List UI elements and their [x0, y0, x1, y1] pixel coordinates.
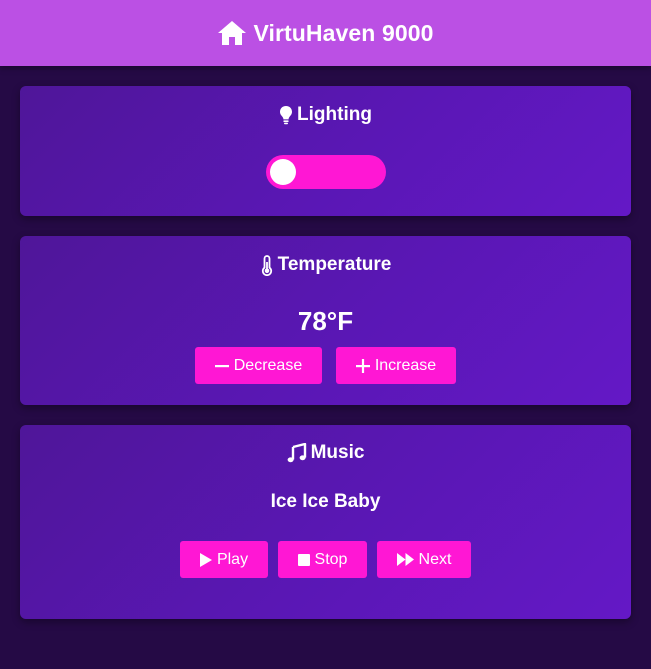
now-playing-song: Ice Ice Baby — [270, 491, 381, 512]
temperature-title: Temperature — [20, 254, 631, 276]
music-note-icon — [287, 443, 307, 463]
plus-icon — [355, 358, 370, 373]
lightbulb-icon — [279, 105, 293, 125]
stop-label: Stop — [314, 550, 348, 568]
decrease-label: Decrease — [233, 356, 303, 374]
lighting-title: Lighting — [20, 104, 631, 126]
fast-forward-icon — [396, 553, 414, 566]
play-label: Play — [216, 550, 249, 568]
decrease-button[interactable]: Decrease — [195, 347, 322, 384]
lighting-card: Lighting — [20, 86, 631, 216]
app-title: VirtuHaven 9000 — [253, 19, 434, 46]
header-brand: VirtuHaven 9000 — [217, 20, 433, 47]
music-title: Music — [20, 442, 631, 464]
temperature-label: Temperature — [277, 254, 392, 275]
increase-button[interactable]: Increase — [336, 347, 456, 384]
next-button[interactable]: Next — [377, 541, 471, 578]
temperature-value: 78°F — [297, 306, 354, 336]
increase-label: Increase — [374, 356, 437, 374]
temperature-card: Temperature 78°F Decrease Increase — [20, 236, 631, 405]
stop-icon — [297, 553, 310, 566]
music-card: Music Ice Ice Baby Play Stop Next — [20, 425, 631, 619]
music-label: Music — [310, 442, 365, 463]
app-header: VirtuHaven 9000 — [0, 0, 651, 66]
minus-icon — [214, 359, 229, 373]
next-label: Next — [418, 550, 452, 568]
play-button[interactable]: Play — [180, 541, 268, 578]
home-icon — [217, 20, 247, 46]
stop-button[interactable]: Stop — [278, 541, 367, 578]
play-icon — [199, 552, 212, 567]
toggle-knob — [270, 159, 296, 185]
lighting-toggle[interactable] — [266, 155, 386, 189]
lighting-label: Lighting — [297, 104, 372, 125]
thermometer-icon — [260, 254, 274, 276]
